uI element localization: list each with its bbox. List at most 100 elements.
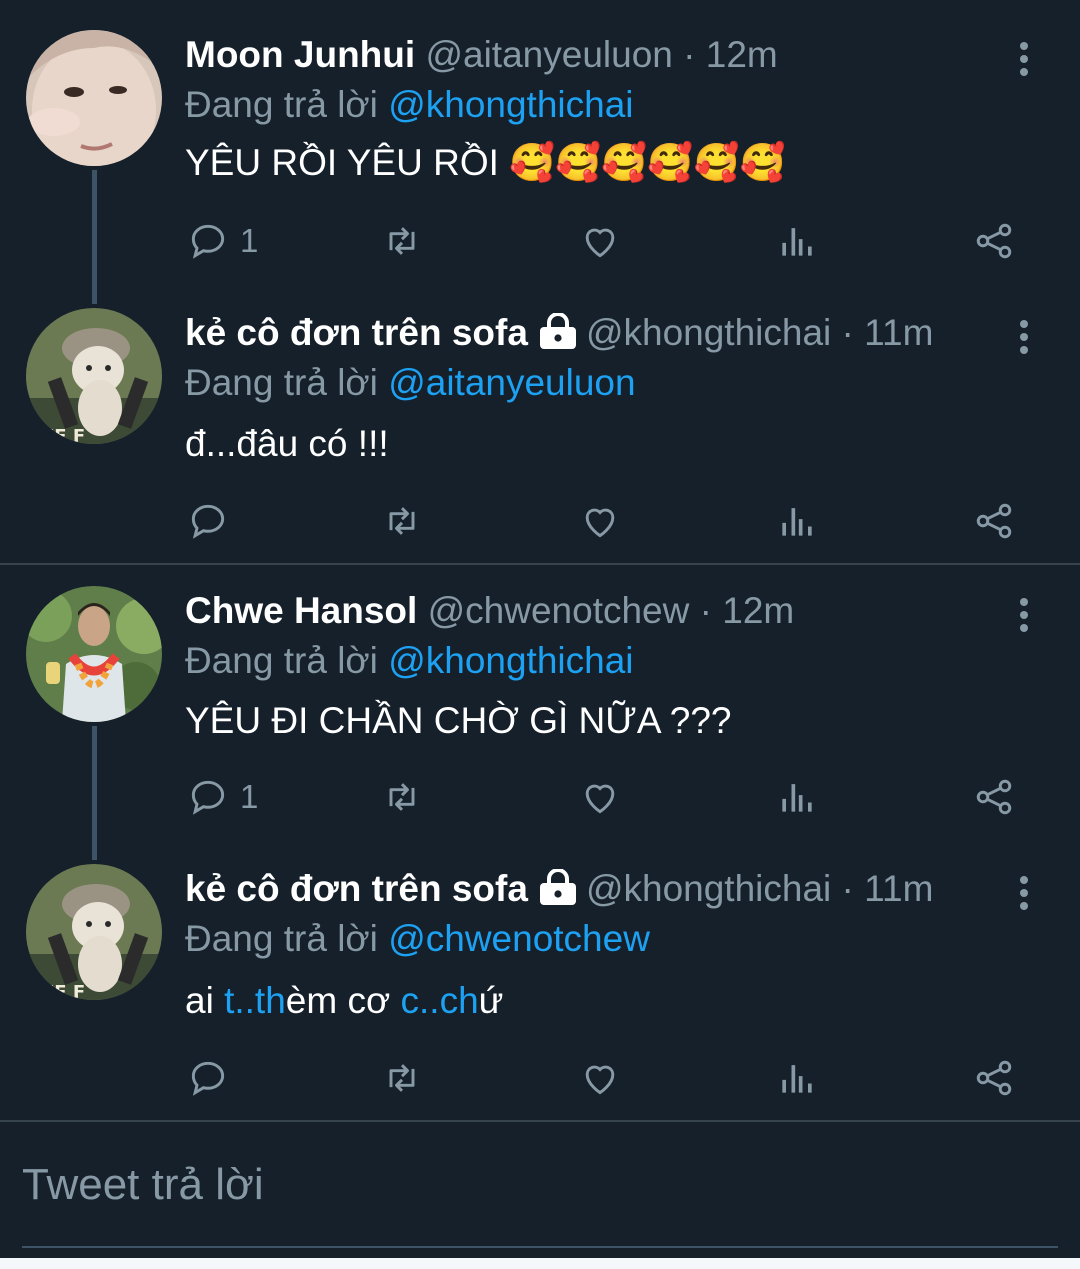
reply-button[interactable]	[186, 1053, 240, 1103]
tweet[interactable]: FE F kẻ cô đơn trên sofa @khongthichai · …	[0, 308, 1080, 548]
tweet-actions	[0, 1053, 1080, 1103]
tweet-header: Moon Junhui @aitanyeuluon · 12m	[185, 30, 778, 80]
avatar[interactable]: FE F	[26, 864, 162, 1000]
tweet-actions	[0, 496, 1080, 546]
like-icon	[585, 1065, 615, 1095]
reply-icon	[191, 780, 225, 815]
svg-text:FE F: FE F	[42, 426, 85, 444]
reply-button[interactable]: 1	[186, 772, 258, 822]
emoji-string: 🥰🥰🥰🥰🥰🥰	[509, 142, 786, 183]
analytics-icon	[782, 1065, 812, 1093]
tweet-text-content: YÊU RỒI YÊU RỒI	[185, 142, 510, 183]
display-name[interactable]: Chwe Hansol	[185, 590, 417, 631]
retweet-button[interactable]	[380, 772, 424, 822]
display-name[interactable]: kẻ cô đơn trên sofa	[185, 312, 528, 353]
retweet-button[interactable]	[380, 496, 424, 546]
tweet-actions: 1	[0, 216, 1080, 266]
reply-count: 1	[240, 778, 259, 815]
avatar[interactable]	[26, 30, 162, 166]
analytics-icon	[782, 508, 812, 536]
replying-to: Đang trả lời @aitanyeuluon	[185, 358, 636, 408]
retweet-icon	[389, 227, 415, 255]
tweet[interactable]: Moon Junhui @aitanyeuluon · 12m Đang trả…	[0, 30, 1080, 270]
share-button[interactable]	[972, 216, 1016, 266]
tweet-actions: 1	[0, 772, 1080, 822]
avatar[interactable]: FE F	[26, 308, 162, 444]
timestamp[interactable]: 11m	[864, 868, 933, 909]
separator-dot: ·	[831, 868, 865, 909]
separator-dot: ·	[831, 312, 865, 353]
more-vertical-icon[interactable]	[1018, 598, 1030, 632]
share-button[interactable]	[972, 1053, 1016, 1103]
like-icon	[585, 228, 615, 258]
tweet-header: kẻ cô đơn trên sofa @khongthichai · 11m	[185, 308, 933, 358]
retweet-button[interactable]	[380, 1053, 424, 1103]
like-button[interactable]	[578, 1053, 622, 1103]
tweet-text: YÊU RỒI YÊU RỒI 🥰🥰🥰🥰🥰🥰	[185, 138, 786, 188]
tweet[interactable]: FE F kẻ cô đơn trên sofa @khongthichai · …	[0, 864, 1080, 1104]
tweet-text-part: ai	[185, 980, 225, 1021]
tweet-header: Chwe Hansol @chwenotchew · 12m	[185, 586, 794, 636]
share-icon	[976, 503, 1012, 539]
user-handle[interactable]: @chwenotchew	[428, 590, 690, 631]
input-underline	[22, 1246, 1058, 1248]
reply-input[interactable]: Tweet trả lời	[22, 1160, 1058, 1250]
tweet-text: đ...đâu có !!!	[185, 423, 389, 464]
user-handle[interactable]: @khongthichai	[586, 312, 831, 353]
like-icon	[585, 784, 615, 814]
analytics-button[interactable]	[775, 496, 819, 546]
replying-prefix: Đang trả lời	[185, 918, 389, 959]
share-icon	[976, 779, 1012, 815]
more-vertical-icon[interactable]	[1018, 320, 1030, 354]
more-vertical-icon[interactable]	[1018, 876, 1030, 910]
separator-dot: ·	[689, 590, 723, 631]
display-name[interactable]: kẻ cô đơn trên sofa	[185, 868, 528, 909]
retweet-icon	[389, 507, 415, 535]
reply-count: 1	[240, 222, 259, 259]
tweet-text-part: ứ	[478, 980, 504, 1021]
timestamp[interactable]: 12m	[722, 590, 794, 631]
replying-prefix: Đang trả lời	[185, 84, 389, 125]
replying-to: Đang trả lời @chwenotchew	[185, 914, 650, 964]
tweet-text-link[interactable]: t..th	[224, 980, 286, 1021]
tweet-header: kẻ cô đơn trên sofa @khongthichai · 11m	[185, 864, 933, 914]
replying-prefix: Đang trả lời	[185, 640, 389, 681]
like-button[interactable]	[578, 496, 622, 546]
avatar[interactable]	[26, 586, 162, 722]
conversation-divider	[0, 563, 1080, 565]
tweet-text-part: èm cơ	[285, 980, 401, 1021]
display-name[interactable]: Moon Junhui	[185, 34, 415, 75]
svg-text:FE F: FE F	[42, 982, 85, 1000]
reply-button[interactable]	[186, 496, 240, 546]
share-button[interactable]	[972, 496, 1016, 546]
replying-prefix: Đang trả lời	[185, 362, 389, 403]
mention-link[interactable]: @khongthichai	[388, 640, 633, 681]
mention-link[interactable]: @chwenotchew	[388, 918, 650, 959]
more-vertical-icon[interactable]	[1018, 42, 1030, 76]
timestamp[interactable]: 12m	[706, 34, 778, 75]
timestamp[interactable]: 11m	[864, 312, 933, 353]
like-button[interactable]	[578, 772, 622, 822]
tweet[interactable]: Chwe Hansol @chwenotchew · 12m Đang trả …	[0, 586, 1080, 826]
reply-icon	[191, 1061, 225, 1096]
lock-icon	[538, 312, 578, 362]
tweet-text: ai t..thèm cơ c..chứ	[185, 976, 503, 1026]
analytics-button[interactable]	[775, 216, 819, 266]
replying-to: Đang trả lời @khongthichai	[185, 636, 634, 686]
retweet-button[interactable]	[380, 216, 424, 266]
analytics-icon	[782, 228, 812, 256]
mention-link[interactable]: @aitanyeuluon	[388, 362, 635, 403]
mention-link[interactable]: @khongthichai	[388, 84, 633, 125]
like-button[interactable]	[578, 216, 622, 266]
tweet-text-link[interactable]: c..ch	[401, 980, 479, 1021]
analytics-button[interactable]	[775, 1053, 819, 1103]
reply-button[interactable]: 1	[186, 216, 258, 266]
user-handle[interactable]: @khongthichai	[586, 868, 831, 909]
like-icon	[585, 508, 615, 538]
user-handle[interactable]: @aitanyeuluon	[425, 34, 672, 75]
analytics-button[interactable]	[775, 772, 819, 822]
retweet-icon	[389, 783, 415, 811]
reply-icon	[191, 224, 225, 259]
share-button[interactable]	[972, 772, 1016, 822]
reply-icon	[191, 504, 225, 539]
